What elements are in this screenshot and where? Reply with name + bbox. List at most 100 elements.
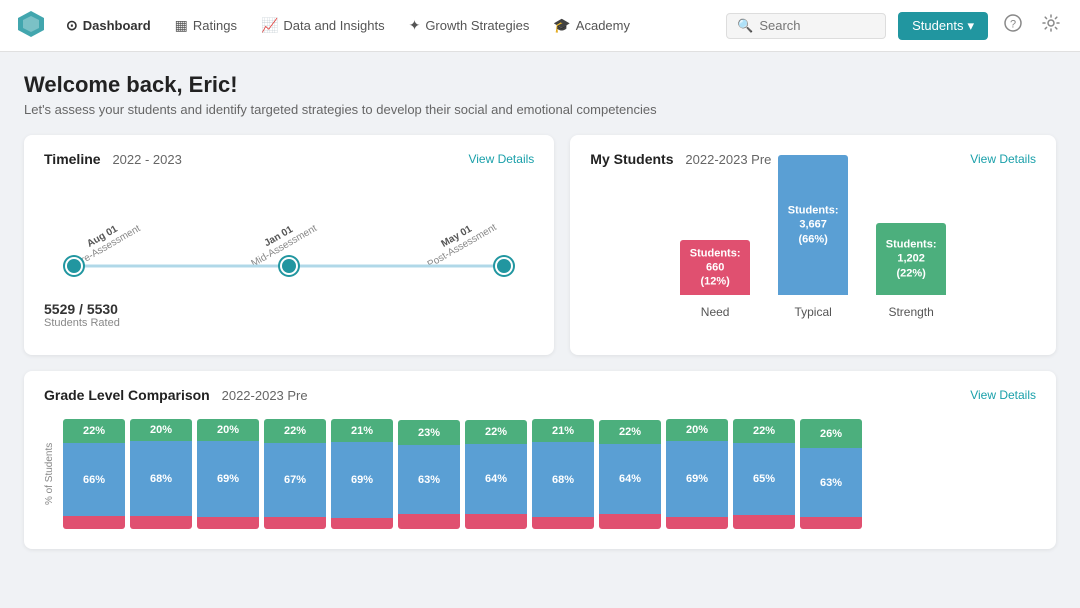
seg-mid-label-8: 64% — [619, 473, 641, 485]
seg-top-label-2: 20% — [217, 424, 239, 436]
my-students-card: My Students 2022-2023 Pre View Details S… — [570, 135, 1056, 355]
timeline-dot-2 — [497, 259, 511, 273]
grade-bars-container: 22% 66% 20% 68% 20% 69% 22% — [63, 419, 862, 529]
grade-bar-col-2: 20% 69% — [197, 419, 259, 529]
seg-mid-label-9: 69% — [686, 473, 708, 485]
bar-col-need: Students: 660 (12%) Need — [680, 240, 750, 319]
nav-item-dashboard[interactable]: ⊙ Dashboard — [66, 13, 151, 38]
grade-bar-col-5: 23% 63% — [398, 420, 460, 529]
seg-top-3: 22% — [264, 419, 326, 443]
nav-item-academy[interactable]: 🎓 Academy — [553, 13, 630, 38]
nav-label-dashboard: Dashboard — [83, 18, 151, 33]
seg-mid-1: 68% — [130, 441, 192, 516]
bar-wrap-strength: Students: 1,202 (22%) — [876, 223, 946, 295]
ratings-icon: ▦ — [175, 17, 188, 34]
timeline-header-left: Timeline 2022 - 2023 — [44, 151, 182, 167]
seg-mid-5: 63% — [398, 445, 460, 514]
nav-item-ratings[interactable]: ▦ Ratings — [175, 13, 237, 38]
seg-bot-10 — [733, 515, 795, 529]
students-title: My Students — [590, 151, 673, 167]
seg-top-5: 23% — [398, 420, 460, 445]
seg-bot-5 — [398, 514, 460, 529]
seg-bot-7 — [532, 517, 594, 529]
grade-bar-col-3: 22% 67% — [264, 419, 326, 529]
welcome-subtitle: Let's assess your students and identify … — [24, 102, 1056, 117]
seg-mid-label-2: 69% — [217, 473, 239, 485]
settings-button[interactable] — [1038, 10, 1064, 41]
bar-col-typical: Students: 3,667 (66%) Typical — [778, 155, 848, 319]
search-icon: 🔍 — [737, 18, 753, 34]
seg-top-label-7: 21% — [552, 425, 574, 437]
grade-bar-col-1: 20% 68% — [130, 419, 192, 529]
seg-bot-11 — [800, 517, 862, 529]
grade-bar-col-9: 20% 69% — [666, 419, 728, 529]
help-button[interactable]: ? — [1000, 10, 1026, 41]
seg-bot-9 — [666, 517, 728, 529]
seg-mid-label-0: 66% — [83, 474, 105, 486]
seg-bot-3 — [264, 517, 326, 529]
students-header-left: My Students 2022-2023 Pre — [590, 151, 771, 167]
seg-top-6: 22% — [465, 420, 527, 444]
students-view-details[interactable]: View Details — [970, 152, 1036, 166]
seg-mid-label-10: 65% — [753, 473, 775, 485]
seg-bot-1 — [130, 516, 192, 529]
dashboard-icon: ⊙ — [66, 17, 78, 34]
seg-top-8: 22% — [599, 420, 661, 444]
bar-typical-label: Students: 3,667 (66%) — [788, 204, 839, 247]
timeline-visual: Aug 01 Pre-Assessment Jan 01 Mid-Assessm… — [44, 179, 534, 283]
bar-strength: Students: 1,202 (22%) — [876, 223, 946, 295]
seg-mid-label-6: 64% — [485, 473, 507, 485]
timeline-title: Timeline — [44, 151, 101, 167]
nav-item-growth-strategies[interactable]: ✦ Growth Strategies — [409, 13, 530, 38]
timeline-footer: 5529 / 5530 Students Rated — [44, 301, 534, 329]
grade-bar-col-10: 22% 65% — [733, 419, 795, 529]
seg-mid-label-11: 63% — [820, 477, 842, 489]
seg-top-11: 26% — [800, 419, 862, 448]
seg-bot-8 — [599, 514, 661, 529]
bar-wrap-typical: Students: 3,667 (66%) — [778, 155, 848, 295]
seg-mid-11: 63% — [800, 448, 862, 517]
seg-mid-label-5: 63% — [418, 474, 440, 486]
bar-typical-axis-label: Typical — [794, 305, 831, 319]
seg-mid-8: 64% — [599, 444, 661, 514]
timeline-year: 2022 - 2023 — [112, 152, 181, 167]
students-year: 2022-2023 Pre — [685, 152, 771, 167]
grade-bar-col-0: 22% 66% — [63, 419, 125, 529]
grade-bar-col-4: 21% 69% — [331, 419, 393, 529]
bar-strength-label: Students: 1,202 (22%) — [886, 238, 937, 281]
search-box[interactable]: 🔍 — [726, 13, 886, 39]
grade-chart-area: % of Students 22% 66% 20% 68% 20% 69% — [44, 415, 1036, 533]
students-btn-label: Students — [912, 18, 963, 33]
students-button[interactable]: Students ▾ — [898, 12, 988, 40]
nav-item-data-insights[interactable]: 📈 Data and Insights — [261, 13, 385, 38]
seg-mid-10: 65% — [733, 443, 795, 515]
timeline-card: Timeline 2022 - 2023 View Details Aug 01… — [24, 135, 554, 355]
bar-strength-axis-label: Strength — [888, 305, 933, 319]
timeline-track — [74, 259, 504, 273]
grade-comparison-view-details[interactable]: View Details — [970, 388, 1036, 402]
seg-bot-4 — [331, 518, 393, 529]
seg-mid-2: 69% — [197, 441, 259, 517]
timeline-view-details[interactable]: View Details — [468, 152, 534, 166]
seg-bot-2 — [197, 517, 259, 529]
search-input[interactable] — [759, 18, 875, 33]
seg-mid-label-4: 69% — [351, 474, 373, 486]
svg-text:?: ? — [1010, 19, 1016, 31]
seg-mid-6: 64% — [465, 444, 527, 514]
bar-need-label: Students: 660 (12%) — [690, 246, 741, 289]
seg-top-0: 22% — [63, 419, 125, 443]
welcome-title: Welcome back, Eric! — [24, 72, 1056, 98]
timeline-count: 5529 / 5530 — [44, 301, 534, 317]
seg-mid-label-3: 67% — [284, 474, 306, 486]
timeline-header: Timeline 2022 - 2023 View Details — [44, 151, 534, 167]
grade-comparison-title: Grade Level Comparison — [44, 387, 210, 403]
seg-top-label-11: 26% — [820, 428, 842, 440]
bar-typical: Students: 3,667 (66%) — [778, 155, 848, 295]
seg-mid-label-1: 68% — [150, 473, 172, 485]
seg-mid-7: 68% — [532, 442, 594, 517]
seg-top-2: 20% — [197, 419, 259, 441]
timeline-dot-1 — [282, 259, 296, 273]
growth-icon: ✦ — [409, 17, 421, 34]
nav-label-data-insights: Data and Insights — [283, 18, 384, 33]
navbar-right: 🔍 Students ▾ ? — [726, 10, 1064, 41]
